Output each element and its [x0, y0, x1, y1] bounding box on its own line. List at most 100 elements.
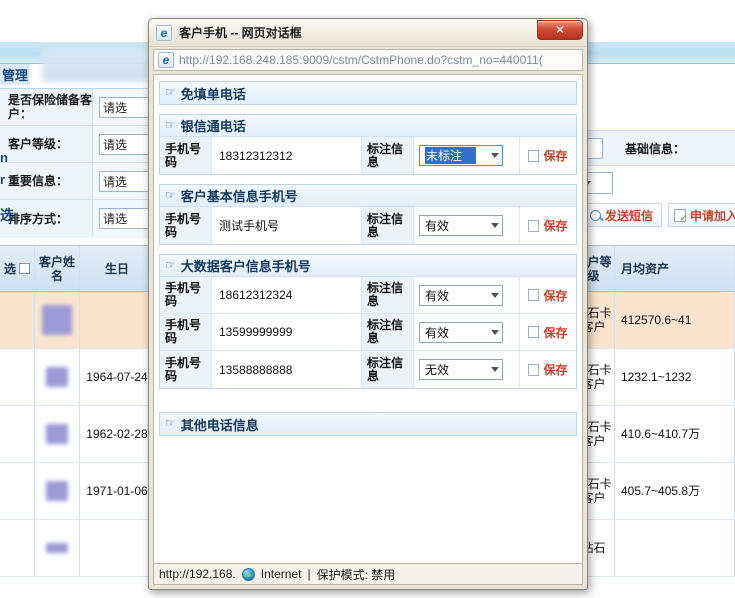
apply-join-button[interactable]: 申请加入: [668, 203, 735, 227]
name-redacted: [46, 543, 68, 553]
save-button[interactable]: 保存: [528, 287, 568, 304]
mark-select-cell[interactable]: 有效: [414, 207, 520, 244]
phone-value[interactable]: 18612312324: [212, 277, 362, 313]
browser-icon: e: [158, 52, 174, 68]
form-row-insurance-reserve: 是否保险储备客户： 请选: [0, 89, 159, 126]
row-asset-cell: 410.6~410.7万: [615, 406, 735, 462]
mark-select-cell[interactable]: 有效: [414, 314, 520, 350]
table-header-select[interactable]: 选: [0, 246, 35, 291]
mark-select[interactable]: 无效: [419, 359, 503, 380]
save-icon: [528, 219, 540, 232]
save-cell[interactable]: 保存: [520, 137, 576, 174]
section-header-customer-basic-phone[interactable]: ☞ 客户基本信息手机号: [160, 185, 576, 207]
section-header-other-phone-info[interactable]: ☞ 其他电话信息: [160, 413, 576, 435]
phone-value[interactable]: 13599999999: [212, 314, 362, 350]
section-title-bigdata-customer-phone: 大数据客户信息手机号: [180, 259, 311, 274]
phone-row: 手机号码 18312312312 标注信息 未标注 保存: [160, 137, 576, 174]
save-button[interactable]: 保存: [528, 324, 568, 341]
phone-value[interactable]: 13588888888: [212, 351, 362, 388]
row-name-cell: [35, 463, 80, 519]
table-header-asset: 月均资产: [615, 246, 735, 291]
form-row-sort-order: 排序方式： 请选: [0, 200, 159, 237]
section-no-form-phone: ☞ 免填单电话: [159, 81, 577, 105]
row-asset-value: 412570.6~41: [621, 313, 692, 327]
background-tab-label[interactable]: 管理: [0, 64, 31, 85]
send-sms-label: 发送短信: [605, 208, 654, 223]
save-cell[interactable]: 保存: [520, 351, 576, 388]
mark-select-cell[interactable]: 有效: [414, 277, 520, 313]
mark-label: 标注信息: [362, 207, 414, 244]
phone-label: 手机号码: [160, 351, 212, 388]
save-button-label: 保存: [543, 149, 568, 163]
basic-info-label: 基础信息：: [625, 141, 686, 156]
phone-label: 手机号码: [160, 207, 212, 244]
close-icon[interactable]: ✕: [537, 20, 583, 40]
magnifier-icon: [590, 209, 601, 221]
phone-row: 手机号码 13599999999 标注信息 有效 保存: [160, 314, 576, 351]
row-select-cell[interactable]: [0, 520, 35, 576]
row-birthday-cell: 1962-02-28: [80, 406, 155, 462]
mark-select-value: 有效: [425, 288, 450, 303]
table-header-name: 客户姓名: [35, 246, 80, 291]
save-button-label: 保存: [543, 219, 568, 233]
row-name-cell: [35, 520, 80, 576]
mark-select-value: 有效: [425, 219, 450, 233]
chevron-down-icon: [491, 223, 499, 228]
save-cell[interactable]: 保存: [520, 314, 576, 350]
send-sms-button[interactable]: 发送短信: [584, 203, 662, 227]
name-redacted: [46, 424, 68, 444]
mark-select-cell[interactable]: 无效: [414, 351, 520, 388]
mark-select-cell[interactable]: 未标注: [414, 137, 520, 174]
save-cell[interactable]: 保存: [520, 207, 576, 244]
form-row-customer-level: 客户等级： 请选: [0, 126, 159, 163]
save-icon: [528, 289, 540, 301]
statusbar-zone: Internet: [260, 567, 302, 581]
row-select-cell[interactable]: [0, 406, 35, 462]
save-button-label: 保存: [543, 363, 568, 377]
mark-select[interactable]: 有效: [419, 215, 503, 236]
save-cell[interactable]: 保存: [520, 277, 576, 313]
mark-select[interactable]: 有效: [419, 321, 503, 343]
section-header-bigdata-customer-phone[interactable]: ☞ 大数据客户信息手机号: [160, 255, 576, 277]
select-all-checkbox[interactable]: [19, 263, 30, 274]
row-name-cell: [35, 406, 80, 462]
mark-select-value: 有效: [425, 325, 450, 340]
row-select-cell[interactable]: [0, 463, 35, 519]
phone-value[interactable]: 测试手机号: [212, 207, 362, 244]
row-select-cell[interactable]: [0, 292, 35, 348]
save-icon: [528, 363, 540, 376]
save-button[interactable]: 保存: [528, 147, 568, 164]
dialog-content: ☞ 免填单电话 ☞ 银信通电话 手机号码 18312312312 标注信息 未标…: [153, 74, 583, 563]
section-body-yinxintong-phone: 手机号码 18312312312 标注信息 未标注 保存: [160, 137, 576, 174]
dialog-titlebar[interactable]: e 客户手机 -- 网页对话框 ✕: [149, 19, 587, 47]
mark-select[interactable]: 有效: [419, 284, 503, 306]
mark-label: 标注信息: [362, 314, 414, 350]
statusbar-protect-mode: 保护模式: 禁用: [316, 567, 396, 582]
save-button[interactable]: 保存: [528, 217, 568, 234]
section-title-yinxintong-phone: 银信通电话: [180, 119, 246, 134]
phone-row: 手机号码 测试手机号 标注信息 有效 保存: [160, 207, 576, 244]
mark-label: 标注信息: [362, 137, 414, 174]
section-header-yinxintong-phone[interactable]: ☞ 银信通电话: [160, 115, 576, 137]
row-asset-cell: [615, 520, 735, 576]
background-filter-form: 是否保险储备客户： 请选 客户等级： 请选 重要信息： 请选 排序方式： 请选: [0, 88, 160, 238]
section-yinxintong-phone: ☞ 银信通电话 手机号码 18312312312 标注信息 未标注 保存: [159, 114, 577, 175]
hand-pointer-icon: ☞: [165, 187, 176, 202]
dialog-title: 客户手机 -- 网页对话框: [179, 26, 302, 40]
blurred-region-top: [42, 48, 160, 82]
section-title-no-form-phone: 免填单电话: [180, 86, 246, 102]
phone-value[interactable]: 18312312312: [212, 137, 362, 174]
mark-select[interactable]: 未标注: [419, 145, 503, 166]
dialog-url-bar[interactable]: e http://192.168.248.185:9009/cstm/CstmP…: [153, 49, 583, 71]
form-label-insurance-reserve: 是否保险储备客户：: [0, 89, 93, 125]
row-asset-cell: 412570.6~41: [615, 292, 735, 348]
phone-label: 手机号码: [160, 137, 212, 174]
row-select-cell[interactable]: [0, 349, 35, 405]
hand-pointer-icon: ☞: [165, 416, 176, 430]
section-header-no-form-phone[interactable]: ☞ 免填单电话: [160, 82, 576, 104]
row-birthday-cell: [80, 292, 155, 348]
section-body-bigdata-customer-phone: 手机号码 18612312324 标注信息 有效 保存 手机号码 1359999…: [160, 277, 576, 388]
name-redacted: [42, 305, 72, 335]
globe-icon: [241, 567, 255, 581]
save-button[interactable]: 保存: [528, 361, 568, 378]
